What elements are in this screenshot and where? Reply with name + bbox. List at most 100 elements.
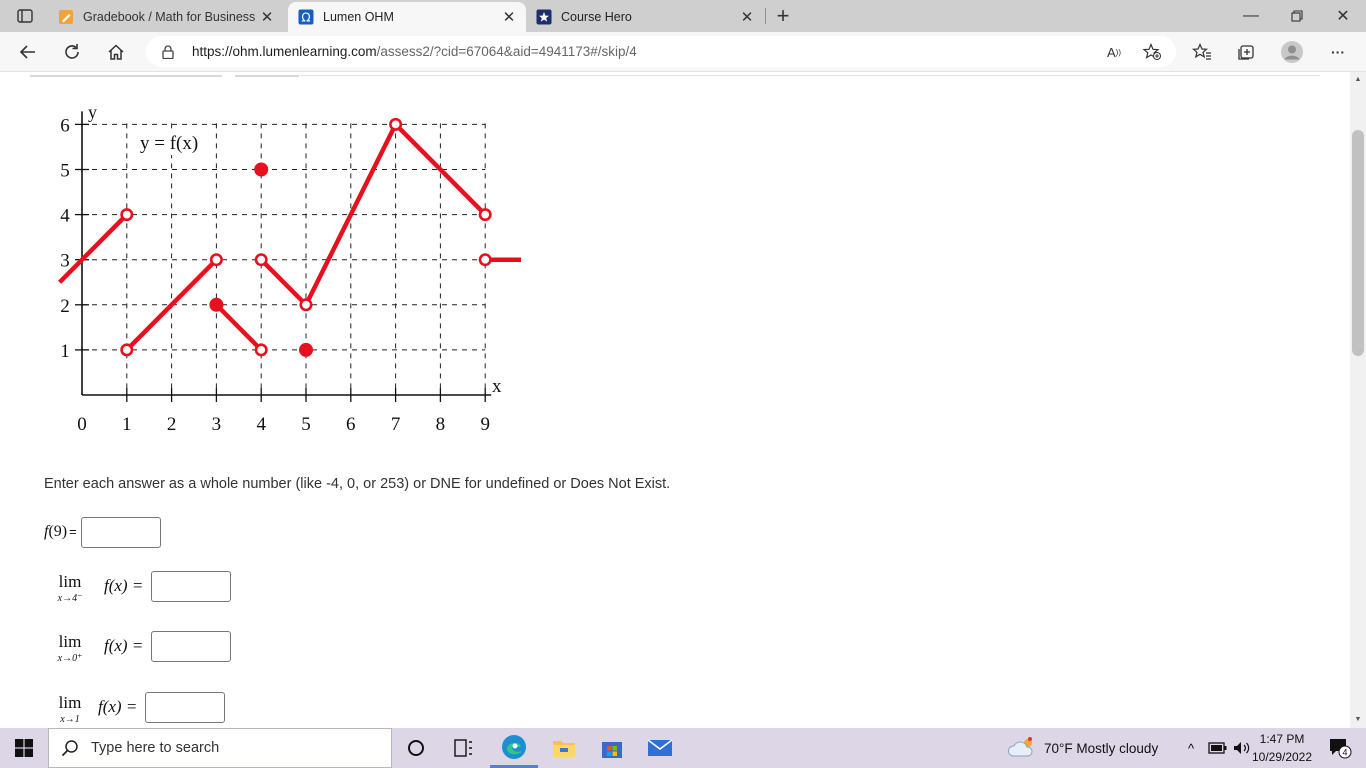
closed-point: [254, 162, 269, 177]
open-point: [389, 117, 403, 131]
question-f9: f(9) =: [44, 517, 161, 548]
tab-separator: [765, 8, 766, 24]
y-tick-label: 6: [60, 115, 70, 136]
start-button[interactable]: [0, 728, 48, 768]
gradebook-favicon-icon: [58, 9, 74, 25]
question-limit-4-minus: lim x→4⁻ f(x) =: [44, 571, 232, 605]
function-graph: 0 1 2 3 4 5 6 7 8 9 1 2 3 4 5 6 y x y = f(x): [58, 102, 521, 435]
restore-button[interactable]: [1274, 0, 1320, 32]
answer-limit-1-input[interactable]: [145, 692, 226, 723]
x-tick-label: 0: [77, 414, 87, 435]
microsoft-store-button[interactable]: [588, 728, 636, 768]
tab-close-icon[interactable]: ✕: [498, 6, 520, 28]
graph-grid: [82, 123, 486, 395]
store-icon: [602, 742, 622, 758]
refresh-button[interactable]: [56, 36, 88, 68]
page-content: 0 1 2 3 4 5 6 7 8 9 1 2 3 4 5 6 y x y = f(x) Enter each…: [0, 72, 1350, 728]
collections-button[interactable]: [1230, 36, 1262, 68]
question-limit-0-plus: lim x→0⁺ f(x) =: [44, 631, 232, 665]
lim-word: lim: [58, 693, 82, 712]
open-point: [478, 208, 492, 222]
taskbar-search-input[interactable]: Type here to search: [48, 728, 392, 768]
lumen-omega-favicon-icon: Ω: [298, 9, 314, 25]
close-window-button[interactable]: ✕: [1320, 0, 1366, 32]
refresh-icon: [65, 44, 79, 59]
answer-limit-0-plus-input[interactable]: [151, 631, 232, 662]
scroll-down-icon[interactable]: ▼: [1352, 714, 1364, 724]
home-button[interactable]: [100, 36, 132, 68]
lim-word: lim: [58, 572, 82, 591]
cortana-circle-icon: [408, 740, 424, 756]
more-options-button[interactable]: ···: [1322, 36, 1354, 68]
open-point: [254, 253, 268, 267]
tab-close-icon[interactable]: ✕: [736, 6, 758, 28]
closed-point: [299, 342, 313, 357]
scrollbar-thumb[interactable]: [1352, 130, 1364, 356]
x-tick-label: 4: [256, 414, 266, 435]
address-bar[interactable]: https://ohm.lumenlearning.com/assess2/?c…: [146, 36, 1176, 67]
show-hidden-icons-chevron-icon[interactable]: ^: [1180, 741, 1202, 756]
new-tab-button[interactable]: +: [770, 3, 796, 28]
function-curves: [58, 122, 521, 352]
windows-logo-icon: [15, 739, 33, 757]
open-point: [299, 298, 313, 312]
task-view-button[interactable]: [440, 728, 488, 768]
clock-date: 10/29/2022: [1251, 750, 1313, 764]
clock-time: 1:47 PM: [1259, 732, 1305, 746]
edge-taskbar-button[interactable]: [490, 728, 538, 768]
windows-taskbar: Type here to search 70°F Mostly cloudy ^…: [0, 728, 1366, 768]
open-point: [209, 253, 223, 267]
tab-actions-icon[interactable]: [8, 6, 42, 26]
tab-course-hero[interactable]: Course Hero ✕: [526, 2, 764, 32]
tab-gradebook[interactable]: Gradebook / Math for Business & ✕: [48, 2, 284, 32]
system-tray: ^: [1180, 728, 1252, 768]
profile-avatar[interactable]: [1276, 36, 1308, 68]
tab-lumen-ohm[interactable]: Ω Lumen OHM ✕: [288, 2, 526, 32]
task-view-icon: [454, 739, 472, 757]
mail-button[interactable]: [636, 728, 684, 768]
weather-widget[interactable]: 70°F Mostly cloudy: [1008, 728, 1158, 768]
instruction-text: Enter each answer as a whole number (lik…: [44, 476, 671, 492]
x-axis-label: x: [492, 376, 502, 397]
function-label: y = f(x): [140, 133, 198, 154]
x-tick-label: 8: [436, 414, 446, 435]
minimize-button[interactable]: —: [1228, 0, 1274, 32]
home-icon: [108, 44, 124, 60]
limit-expression: f(x) =: [104, 576, 144, 595]
limit-subscript: x→0⁺: [57, 653, 83, 664]
avatar-icon: [1281, 41, 1303, 63]
closed-point: [209, 297, 224, 312]
y-tick-label: 4: [60, 206, 70, 227]
lock-icon[interactable]: [162, 44, 182, 59]
tab-title: Gradebook / Math for Business &: [83, 10, 256, 24]
cortana-button[interactable]: [392, 728, 440, 768]
limit-operator: lim x→4⁻: [50, 571, 90, 605]
tab-title: Lumen OHM: [323, 10, 394, 24]
system-clock[interactable]: 1:47 PM 10/29/2022: [1246, 730, 1318, 766]
open-point: [120, 208, 134, 222]
url-host: https://ohm.lumenlearning.com: [192, 44, 377, 59]
read-aloud-button[interactable]: A)): [1100, 40, 1128, 64]
answer-limit-4-minus-input[interactable]: [151, 571, 232, 602]
scroll-up-icon[interactable]: ▲: [1352, 74, 1364, 84]
cloudy-weather-icon: [1008, 737, 1033, 757]
tab-title: Course Hero: [561, 10, 632, 24]
back-button[interactable]: [12, 36, 44, 68]
battery-icon[interactable]: [1208, 741, 1228, 755]
restore-icon: [1291, 10, 1303, 22]
favorites-button[interactable]: [1186, 36, 1218, 68]
y-tick-label: 3: [60, 251, 70, 272]
notification-center-button[interactable]: 4: [1320, 728, 1360, 768]
tab-close-icon[interactable]: ✕: [256, 6, 278, 28]
function-segment: [259, 258, 308, 307]
x-tick-label: 7: [391, 414, 401, 435]
y-tick-label: 2: [60, 296, 70, 317]
url-text[interactable]: https://ohm.lumenlearning.com/assess2/?c…: [192, 44, 637, 59]
edge-browser-icon: [502, 734, 526, 759]
mail-envelope-icon: [647, 739, 673, 756]
answer-f9-input[interactable]: [80, 517, 161, 548]
star-add-icon: [1142, 43, 1161, 60]
x-tick-label: 6: [346, 414, 356, 435]
add-favorite-button[interactable]: [1138, 40, 1166, 64]
file-explorer-button[interactable]: [540, 728, 588, 768]
